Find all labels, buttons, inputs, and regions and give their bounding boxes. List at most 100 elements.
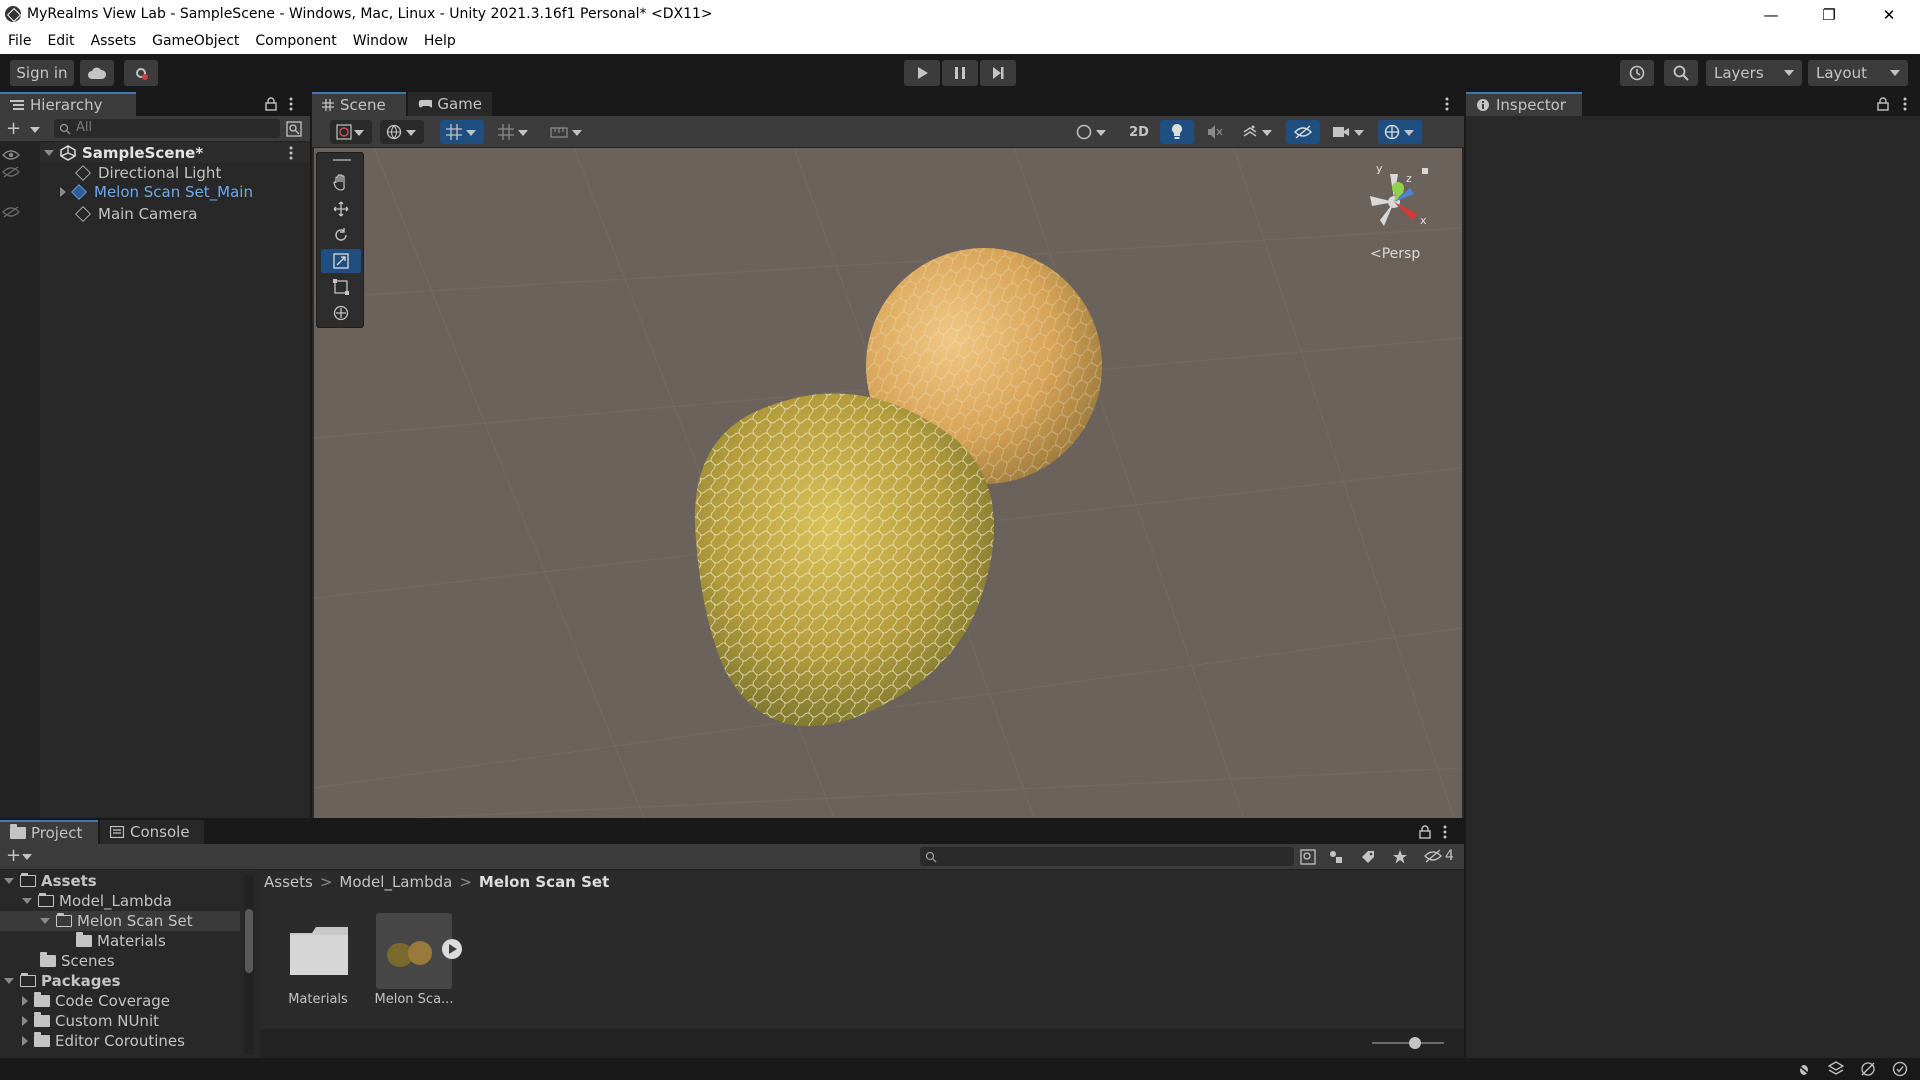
grid-snapping-toggle[interactable] <box>440 120 484 144</box>
tab-hierarchy[interactable]: Hierarchy <box>0 92 136 116</box>
cloud-button[interactable] <box>80 60 114 86</box>
rotate-tool-button[interactable] <box>321 223 361 247</box>
2d-toggle[interactable]: 2D <box>1124 120 1154 144</box>
gizmos-dropdown[interactable] <box>1378 120 1422 144</box>
favorite-star-icon[interactable] <box>1392 849 1408 865</box>
menu-gameobject[interactable]: GameObject <box>144 30 247 54</box>
filter-by-type-icon[interactable] <box>1328 849 1344 865</box>
snap-settings-dropdown[interactable] <box>544 120 588 144</box>
tree-item-materials[interactable]: Materials <box>76 931 166 951</box>
scrollbar-thumb[interactable] <box>245 909 253 973</box>
search-filter-icon[interactable] <box>286 121 302 137</box>
tab-project[interactable]: Project <box>0 820 98 844</box>
scene-camera-dropdown[interactable] <box>1326 120 1370 144</box>
chevron-down-icon[interactable] <box>22 898 32 904</box>
play-button[interactable] <box>904 60 940 86</box>
layers-stack-icon[interactable] <box>1828 1061 1844 1077</box>
breadcrumb-item[interactable]: Model_Lambda <box>339 873 452 891</box>
close-button[interactable]: ✕ <box>1860 0 1918 30</box>
history-button[interactable] <box>1620 60 1654 86</box>
chevron-right-icon[interactable] <box>60 187 66 197</box>
breadcrumb-item[interactable]: Melon Scan Set <box>479 873 609 891</box>
tab-scene[interactable]: Scene <box>312 92 406 116</box>
effects-dropdown[interactable] <box>1236 120 1280 144</box>
hierarchy-item-melon-scan-set-main[interactable]: Melon Scan Set_Main <box>60 182 312 202</box>
kebab-menu-icon[interactable] <box>288 146 294 160</box>
tree-scrollbar[interactable] <box>244 875 254 1055</box>
increment-snap-dropdown[interactable] <box>492 120 536 144</box>
hierarchy-item-directional-light[interactable]: Directional Light <box>75 163 328 183</box>
zoom-slider-track[interactable] <box>1372 1042 1444 1044</box>
chevron-right-icon[interactable] <box>22 1016 28 1026</box>
kebab-menu-icon[interactable] <box>288 97 294 111</box>
chevron-right-icon[interactable] <box>22 1036 28 1046</box>
search-button[interactable] <box>1664 60 1698 86</box>
checkmark-circle-icon[interactable] <box>1892 1061 1908 1077</box>
collab-button[interactable] <box>124 60 158 86</box>
tree-item-scenes[interactable]: Scenes <box>40 951 115 971</box>
sign-in-button[interactable]: Sign in <box>10 60 74 86</box>
chevron-down-icon[interactable] <box>4 878 14 884</box>
chevron-down-icon[interactable] <box>22 854 32 860</box>
scale-tool-button[interactable] <box>321 249 361 273</box>
layers-dropdown[interactable]: Layers <box>1706 60 1802 86</box>
kebab-menu-icon[interactable] <box>1902 97 1908 111</box>
tab-inspector[interactable]: Inspector <box>1466 92 1582 116</box>
drag-handle[interactable] <box>333 159 351 161</box>
tree-item-editor-coroutines[interactable]: Editor Coroutines <box>22 1031 185 1051</box>
transform-tool-button[interactable] <box>321 301 361 325</box>
lock-icon[interactable] <box>264 97 278 111</box>
hierarchy-item-main-camera[interactable]: Main Camera <box>75 204 328 224</box>
orientation-gizmo[interactable]: y z x <Persp <box>1354 162 1434 272</box>
tree-item-code-coverage[interactable]: Code Coverage <box>22 991 170 1011</box>
audio-toggle[interactable] <box>1198 120 1232 144</box>
chevron-down-icon[interactable] <box>30 127 40 133</box>
pickable-icon[interactable] <box>2 166 20 178</box>
asset-melon-scan-set[interactable]: Melon Sca... <box>375 913 462 1013</box>
move-tool-button[interactable] <box>321 197 361 221</box>
cache-server-icon[interactable] <box>1860 1061 1876 1077</box>
hierarchy-search-input[interactable]: All <box>54 119 280 138</box>
hand-tool-button[interactable] <box>321 171 361 195</box>
kebab-menu-icon[interactable] <box>1444 97 1450 111</box>
debug-bug-icon[interactable] <box>1796 1061 1812 1077</box>
expand-prefab-button[interactable] <box>442 939 462 959</box>
tree-item-custom-nunit[interactable]: Custom NUnit <box>22 1011 159 1031</box>
hidden-eye-icon[interactable] <box>2 206 20 218</box>
add-button[interactable]: + <box>6 120 21 138</box>
chevron-down-icon[interactable] <box>40 918 50 924</box>
lock-icon[interactable] <box>1418 825 1432 839</box>
chevron-right-icon[interactable] <box>22 996 28 1006</box>
hidden-packages-toggle[interactable]: 4 <box>1424 848 1454 864</box>
panel-divider[interactable] <box>1464 92 1466 1058</box>
lock-icon[interactable] <box>1876 97 1890 111</box>
eye-icon[interactable] <box>2 149 20 161</box>
kebab-menu-icon[interactable] <box>1442 825 1448 839</box>
menu-file[interactable]: File <box>0 30 39 54</box>
menu-edit[interactable]: Edit <box>39 30 82 54</box>
tree-item-model-lambda[interactable]: Model_Lambda <box>22 891 172 911</box>
project-search-input[interactable] <box>920 847 1294 866</box>
rect-tool-button[interactable] <box>321 275 361 299</box>
pause-button[interactable] <box>942 60 978 86</box>
draw-mode-dropdown[interactable] <box>330 120 372 144</box>
tab-game[interactable]: Game <box>408 92 492 116</box>
zoom-slider-thumb[interactable] <box>1409 1037 1422 1049</box>
tree-item-melon-scan-set[interactable]: Melon Scan Set <box>0 911 240 931</box>
tree-item-assets[interactable]: Assets <box>4 871 97 891</box>
scene-visibility-toggle[interactable] <box>1286 120 1320 144</box>
breadcrumb-item[interactable]: Assets <box>264 873 313 891</box>
search-filter-icon[interactable] <box>1300 849 1316 865</box>
layout-dropdown[interactable]: Layout <box>1808 60 1908 86</box>
minimize-button[interactable]: — <box>1742 0 1800 30</box>
camera-shading-dropdown[interactable] <box>1070 120 1114 144</box>
projection-label[interactable]: <Persp <box>1370 246 1420 262</box>
chevron-down-icon[interactable] <box>44 150 54 156</box>
lighting-toggle[interactable] <box>1160 120 1194 144</box>
step-button[interactable] <box>980 60 1016 86</box>
tab-console[interactable]: Console <box>100 820 204 844</box>
asset-materials-folder[interactable]: Materials <box>282 913 354 1013</box>
hierarchy-scene-row[interactable]: SampleScene* <box>40 143 310 163</box>
menu-window[interactable]: Window <box>345 30 416 54</box>
render-mode-dropdown[interactable] <box>380 120 424 144</box>
